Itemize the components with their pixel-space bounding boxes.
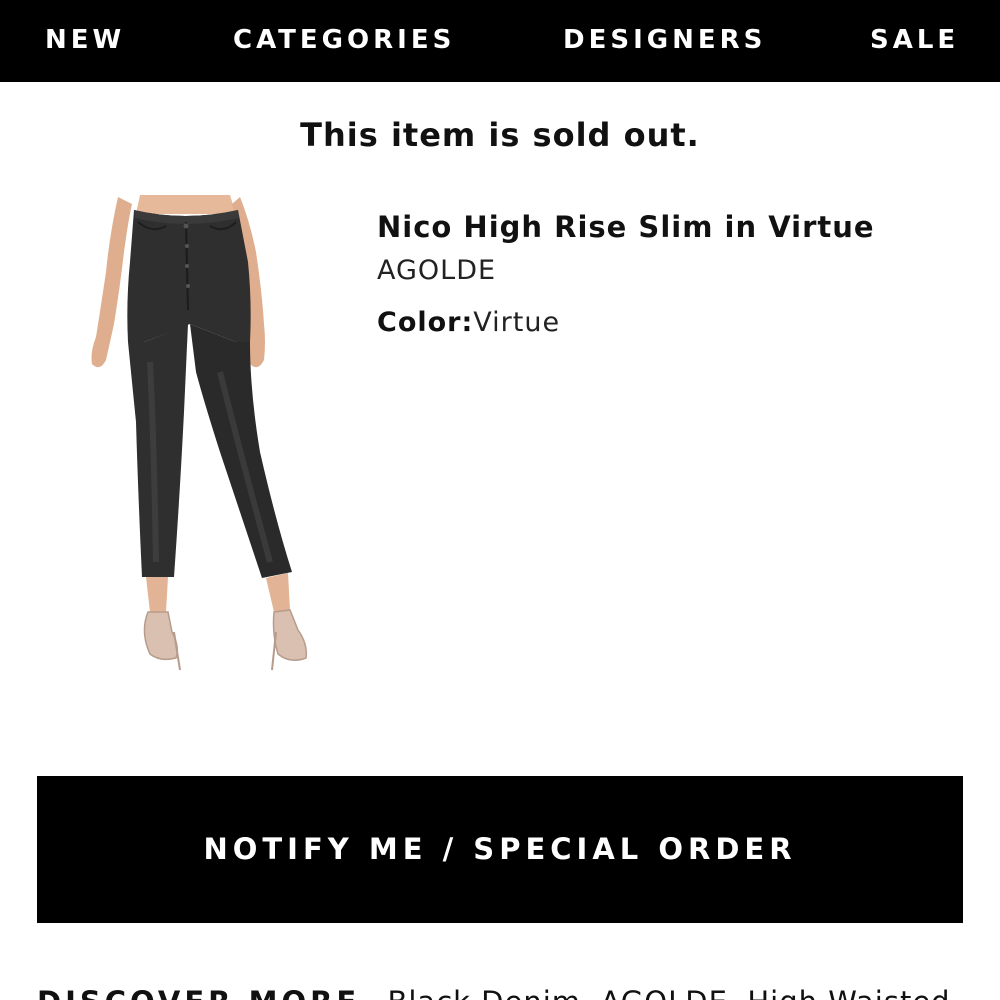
top-navigation: NEW CATEGORIES DESIGNERS SALE (0, 0, 1000, 82)
jeans-photo (91, 195, 308, 671)
notify-me-button[interactable]: NOTIFY ME / SPECIAL ORDER (37, 776, 963, 923)
sold-out-message: This item is sold out. (300, 116, 700, 154)
product-color: Color:Virtue (377, 303, 977, 343)
nav-item-categories[interactable]: CATEGORIES (233, 0, 455, 82)
color-label: Color: (377, 307, 474, 338)
nav-item-designers[interactable]: DESIGNERS (563, 0, 766, 82)
discover-link-high-waisted[interactable]: High Waisted (747, 985, 950, 1000)
nav-item-new[interactable]: NEW (45, 0, 125, 82)
product-page: NEW CATEGORIES DESIGNERS SALE This item … (0, 0, 1000, 1000)
discover-link-black-denim[interactable]: Black Denim, (387, 985, 591, 1000)
color-value: Virtue (473, 307, 561, 338)
product-name: Nico High Rise Slim in Virtue (377, 210, 875, 244)
product-info: Nico High Rise Slim in Virtue AGOLDE Col… (377, 205, 977, 343)
product-image[interactable] (80, 192, 320, 687)
discover-more-label: DISCOVER MORE (37, 985, 360, 1000)
product-brand-link[interactable]: AGOLDE (377, 249, 496, 293)
nav-item-sale[interactable]: SALE (870, 0, 959, 82)
discover-more: DISCOVER MORE Black Denim, AGOLDE, High … (37, 982, 997, 1000)
discover-link-agolde[interactable]: AGOLDE, (600, 985, 738, 1000)
